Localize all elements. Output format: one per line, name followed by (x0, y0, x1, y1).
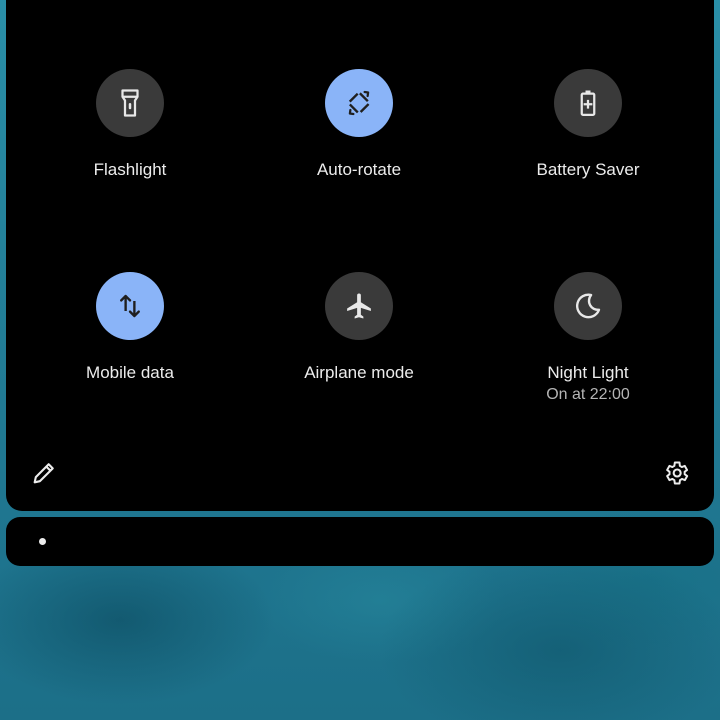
tile-mobile-data[interactable]: Mobile data (30, 272, 230, 384)
tile-flashlight[interactable]: Flashlight (30, 69, 230, 181)
gear-icon (666, 461, 689, 485)
notification-dot (39, 538, 46, 545)
tile-flashlight-button[interactable] (96, 69, 164, 137)
moon-icon (576, 293, 601, 319)
battery-saver-icon (580, 90, 596, 116)
settings-button[interactable] (661, 458, 691, 488)
tile-label: Night Light (547, 363, 629, 382)
airplane-icon (347, 293, 371, 319)
edit-button[interactable] (29, 458, 59, 488)
mobile-data-icon (120, 294, 140, 318)
tile-mobile-data-button[interactable] (96, 272, 164, 340)
tile-night-light-button[interactable] (554, 272, 622, 340)
pencil-icon (33, 463, 54, 484)
tile-airplane-mode[interactable]: Airplane mode (259, 272, 459, 384)
tile-battery-saver[interactable]: Battery Saver (488, 69, 688, 181)
tile-battery-saver-button[interactable] (554, 69, 622, 137)
tile-subtitle: On at 22:00 (546, 386, 630, 403)
tile-label: Airplane mode (304, 363, 414, 382)
tile-auto-rotate-button[interactable] (325, 69, 393, 137)
flashlight-icon (121, 89, 139, 117)
tile-night-light[interactable]: Night Light On at 22:00 (488, 272, 688, 406)
tile-airplane-mode-button[interactable] (325, 272, 393, 340)
tile-label: Flashlight (93, 160, 167, 179)
tile-label: Mobile data (86, 363, 174, 382)
quick-settings-panel: Flashlight Auto-rotate Battery Saver Mob… (6, 0, 714, 511)
auto-rotate-icon (347, 90, 371, 116)
tile-label: Auto-rotate (316, 160, 402, 179)
notification-shelf[interactable] (6, 517, 714, 566)
tile-auto-rotate[interactable]: Auto-rotate (259, 69, 459, 181)
tile-label: Battery Saver (536, 160, 640, 179)
